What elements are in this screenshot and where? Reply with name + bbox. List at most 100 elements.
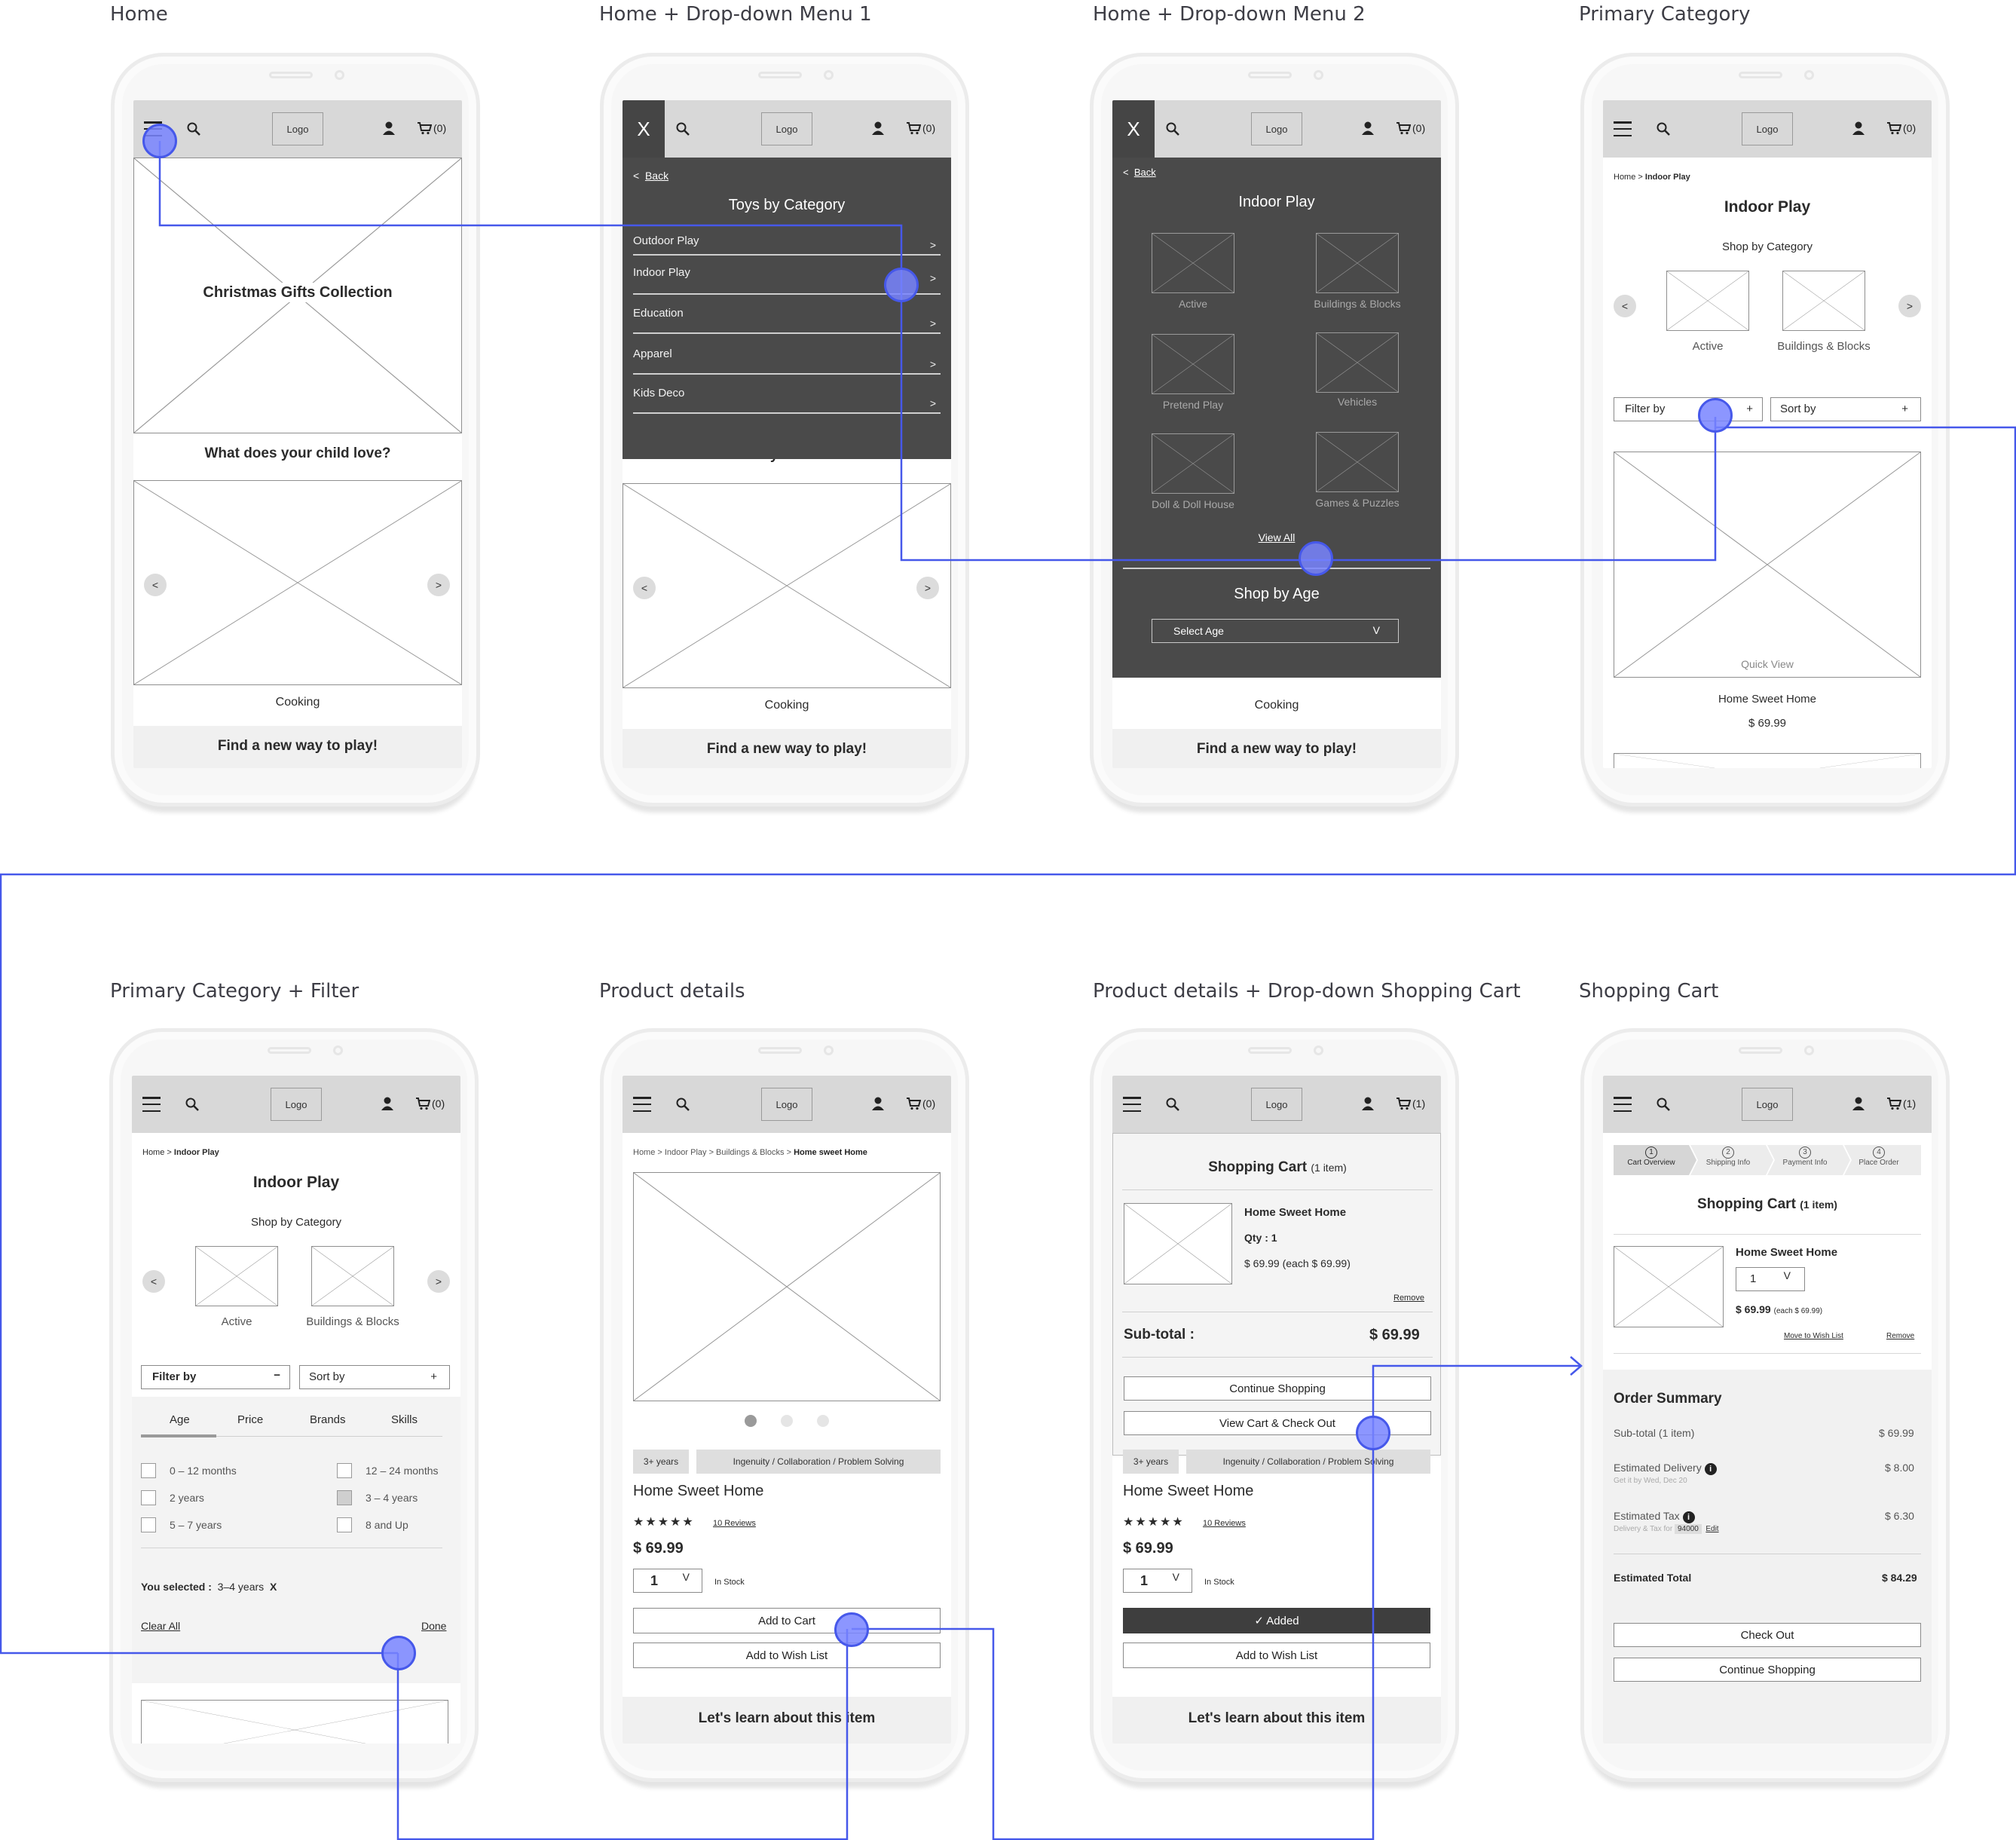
cart-button[interactable]: (1): [1396, 1097, 1425, 1110]
tiles-prev-button[interactable]: <: [142, 1270, 165, 1293]
edit-zip-link[interactable]: Edit: [1705, 1525, 1718, 1533]
reviews-link[interactable]: 10 Reviews: [713, 1519, 756, 1528]
back-link[interactable]: < Back: [633, 170, 668, 182]
hotspot-done[interactable]: [381, 1636, 416, 1670]
add-to-wishlist-button[interactable]: Add to Wish List: [1123, 1643, 1430, 1668]
breadcrumb-home[interactable]: Home: [1614, 173, 1635, 182]
tile-games-image[interactable]: [1316, 432, 1399, 492]
checkbox-8-and-up[interactable]: [337, 1517, 352, 1532]
checkbox-2-years[interactable]: [141, 1490, 156, 1505]
zip-code[interactable]: 94000: [1674, 1524, 1702, 1534]
promo-text[interactable]: Find a new way to play!: [133, 738, 462, 755]
logo[interactable]: Logo: [1251, 112, 1302, 145]
hamburger-icon[interactable]: [1123, 1097, 1141, 1112]
checkbox-3-4-years[interactable]: [337, 1490, 352, 1505]
add-to-wishlist-button[interactable]: Add to Wish List: [633, 1643, 941, 1668]
gallery-dot[interactable]: [817, 1415, 829, 1427]
carousel-prev-button[interactable]: <: [144, 574, 167, 596]
close-icon[interactable]: X: [1112, 100, 1155, 158]
cart-button[interactable]: (0): [417, 121, 446, 135]
tab-skills[interactable]: Skills: [391, 1413, 418, 1426]
remove-link[interactable]: Remove: [1886, 1332, 1914, 1340]
breadcrumb-home[interactable]: Home: [142, 1148, 164, 1157]
next-product-image[interactable]: [1614, 753, 1921, 768]
filter-by-button[interactable]: Filter by −: [141, 1365, 290, 1389]
info-icon[interactable]: i: [1704, 1463, 1717, 1475]
checkbox-0-12-months[interactable]: [141, 1463, 156, 1478]
tile-label[interactable]: Vehicles: [1316, 396, 1399, 408]
hotspot-filter-by[interactable]: [1698, 398, 1733, 433]
cart-button[interactable]: (0): [1886, 121, 1916, 135]
search-icon[interactable]: [1165, 121, 1180, 136]
hotspot-view-all[interactable]: [1299, 541, 1333, 576]
menu-item-outdoor-play[interactable]: Outdoor Play >: [633, 228, 941, 256]
product-image[interactable]: [141, 1700, 448, 1744]
product-image[interactable]: [633, 1172, 941, 1401]
checkbox-5-7-years[interactable]: [141, 1517, 156, 1532]
sort-by-button[interactable]: Sort by +: [299, 1365, 450, 1389]
filter-by-button[interactable]: Filter by +: [1614, 397, 1763, 421]
cart-button[interactable]: (0): [415, 1097, 445, 1110]
step-cart-overview[interactable]: 1 Cart Overview: [1614, 1147, 1689, 1167]
age-select[interactable]: Select Age V: [1152, 619, 1399, 643]
learn-heading[interactable]: Let's learn about this item: [623, 1710, 951, 1727]
tile-active-image[interactable]: [195, 1246, 278, 1306]
move-to-wishlist-link[interactable]: Move to Wish List: [1784, 1332, 1843, 1340]
add-to-cart-button[interactable]: Add to Cart: [633, 1608, 941, 1633]
quantity-select[interactable]: 1V: [1123, 1569, 1192, 1593]
menu-item-kids-deco[interactable]: Kids Deco >: [633, 375, 941, 414]
search-icon[interactable]: [675, 1097, 690, 1112]
user-icon[interactable]: [381, 1096, 394, 1111]
user-icon[interactable]: [1852, 121, 1865, 136]
back-link[interactable]: < Back: [1123, 167, 1156, 178]
carousel-image[interactable]: [133, 480, 462, 685]
tile-doll-image[interactable]: [1152, 433, 1234, 494]
tile-buildings-image[interactable]: [1782, 271, 1865, 331]
hotspot-hamburger[interactable]: [142, 124, 177, 158]
tile-label[interactable]: Games & Puzzles: [1301, 497, 1414, 509]
tile-label[interactable]: Buildings & Blocks: [1301, 298, 1414, 310]
tile-active-image[interactable]: [1152, 233, 1234, 293]
view-all-link[interactable]: View All: [1112, 531, 1441, 543]
info-icon[interactable]: i: [1682, 1511, 1695, 1523]
search-icon[interactable]: [1656, 121, 1671, 136]
cart-item-name[interactable]: Home Sweet Home: [1244, 1206, 1346, 1219]
cart-button[interactable]: (0): [906, 121, 935, 135]
tile-label[interactable]: Pretend Play: [1144, 399, 1242, 411]
quantity-select[interactable]: 1V: [633, 1569, 702, 1593]
remove-selection-icon[interactable]: X: [270, 1581, 277, 1593]
cart-button[interactable]: (0): [1396, 121, 1425, 135]
cart-item-image[interactable]: [1614, 1246, 1724, 1327]
sort-by-button[interactable]: Sort by +: [1770, 397, 1921, 421]
cart-button[interactable]: (1): [1886, 1097, 1916, 1110]
step-shipping-info[interactable]: 2 Shipping Info: [1690, 1147, 1766, 1167]
step-place-order[interactable]: 4 Place Order: [1841, 1147, 1917, 1167]
product-image[interactable]: [1614, 452, 1921, 678]
tiles-next-button[interactable]: >: [1898, 295, 1921, 317]
hamburger-icon[interactable]: [1614, 1097, 1632, 1112]
continue-shopping-button[interactable]: Continue Shopping: [1614, 1658, 1921, 1682]
logo[interactable]: Logo: [1251, 1088, 1302, 1121]
user-icon[interactable]: [1361, 1096, 1375, 1111]
learn-heading[interactable]: Let's learn about this item: [1112, 1710, 1441, 1727]
added-to-cart-button[interactable]: ✓ Added: [1123, 1608, 1430, 1633]
breadcrumb-path[interactable]: Home > Indoor Play > Buildings & Blocks …: [633, 1148, 794, 1157]
logo[interactable]: Logo: [272, 112, 323, 145]
logo[interactable]: Logo: [271, 1088, 322, 1121]
tile-label[interactable]: Doll & Doll House: [1136, 498, 1250, 510]
tile-pretend-image[interactable]: [1152, 334, 1234, 394]
promo-text[interactable]: Find a new way to play!: [623, 741, 951, 758]
done-link[interactable]: Done: [421, 1620, 446, 1632]
tile-label[interactable]: Active: [195, 1315, 278, 1328]
cart-item-name[interactable]: Home Sweet Home: [1736, 1246, 1837, 1259]
tile-buildings-image[interactable]: [311, 1246, 394, 1306]
user-icon[interactable]: [382, 121, 396, 136]
search-icon[interactable]: [186, 121, 201, 136]
tiles-prev-button[interactable]: <: [1614, 295, 1636, 317]
search-icon[interactable]: [1165, 1097, 1180, 1112]
logo[interactable]: Logo: [761, 1088, 812, 1121]
search-icon[interactable]: [185, 1097, 200, 1112]
carousel-next-button[interactable]: >: [916, 577, 939, 599]
checkbox-12-24-months[interactable]: [337, 1463, 352, 1478]
logo[interactable]: Logo: [761, 112, 812, 145]
